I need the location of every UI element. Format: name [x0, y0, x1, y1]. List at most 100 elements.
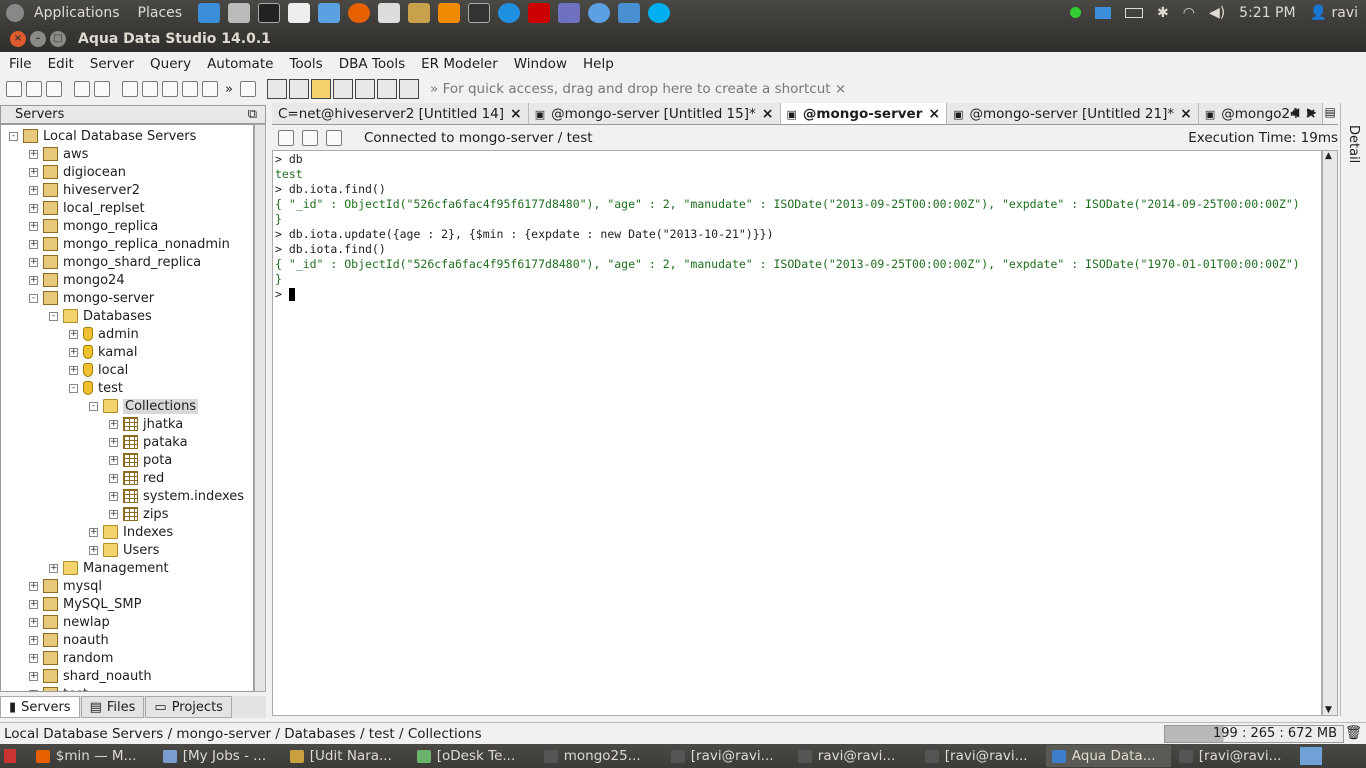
expand-icon[interactable]: +	[29, 257, 38, 267]
teamviewer-icon[interactable]	[498, 2, 521, 23]
shell-console[interactable]: > db test > db.iota.find(){ "_id" : Object…	[272, 150, 1322, 716]
split-view-icon[interactable]	[289, 79, 309, 99]
expand-icon[interactable]: +	[29, 671, 38, 681]
volume-icon[interactable]: ◀)	[1209, 5, 1225, 21]
expand-icon[interactable]: +	[89, 527, 98, 537]
tree-node[interactable]: + pota	[109, 451, 172, 469]
taskbar-item[interactable]: [ravi@ravi...	[1173, 745, 1298, 767]
execute-icon[interactable]	[278, 130, 294, 146]
text-editor-icon[interactable]	[288, 2, 311, 23]
notes-icon[interactable]	[378, 2, 401, 23]
menu-query[interactable]: Query	[150, 56, 191, 72]
minimize-window-icon[interactable]: –	[30, 30, 46, 47]
menu-help[interactable]: Help	[583, 56, 614, 72]
menu-window[interactable]: Window	[514, 56, 567, 72]
menu-dba-tools[interactable]: DBA Tools	[339, 56, 405, 72]
trash-icon[interactable]: 🗑	[1345, 725, 1362, 741]
tree-node[interactable]: + mongo24	[29, 271, 125, 289]
expand-icon[interactable]: +	[109, 437, 118, 447]
menu-edit[interactable]: Edit	[48, 56, 74, 72]
highlight-view-icon[interactable]	[311, 79, 331, 99]
tree-node[interactable]: + jhatka	[109, 415, 183, 433]
table-data-editor-icon[interactable]	[162, 81, 178, 97]
toolbar-overflow-icon[interactable]: »	[220, 82, 238, 97]
connect-toggle-icon[interactable]	[326, 130, 342, 146]
taskbar-item[interactable]: ravi@ravi...	[792, 745, 917, 767]
expand-icon[interactable]: +	[89, 545, 98, 555]
clock[interactable]: 5:21 PM	[1239, 5, 1295, 21]
close-tab-icon[interactable]: ×	[1180, 106, 1192, 122]
menu-automate[interactable]: Automate	[207, 56, 273, 72]
expand-icon[interactable]: +	[109, 509, 118, 519]
tree-node[interactable]: + Users	[89, 541, 159, 559]
tree-node[interactable]: - test	[69, 379, 123, 397]
tree-scrollbar[interactable]	[254, 124, 266, 692]
tree-node[interactable]: + mysql	[29, 577, 102, 595]
expand-icon[interactable]: +	[29, 221, 38, 231]
shortcut-drop-area[interactable]: » For quick access, drag and drop here t…	[430, 81, 846, 97]
tree-node[interactable]: + Indexes	[89, 523, 173, 541]
thunderbird-icon[interactable]	[618, 2, 641, 23]
tree-node[interactable]: + hiveserver2	[29, 181, 140, 199]
taskbar-item[interactable]: [oDesk Te...	[411, 745, 536, 767]
console-prompt-line[interactable]: >	[275, 287, 1319, 302]
tree-view-icon[interactable]	[399, 79, 419, 99]
tab-files[interactable]: ▤ Files	[80, 696, 145, 718]
tree-node[interactable]: + system.indexes	[109, 487, 244, 505]
expand-icon[interactable]: +	[69, 365, 78, 375]
expand-icon[interactable]: +	[29, 689, 38, 691]
ubuntu-logo-icon[interactable]	[6, 3, 24, 22]
chromium-icon[interactable]	[588, 2, 611, 23]
taskbar-item[interactable]: [ravi@ravi...	[919, 745, 1044, 767]
memory-indicator[interactable]: 199 : 265 : 672 MB	[1164, 725, 1344, 743]
expand-icon[interactable]: +	[29, 167, 38, 177]
editor-tab[interactable]: ▣ @mongo-server [Untitled 15]* ×	[528, 103, 781, 124]
expand-icon[interactable]: +	[29, 275, 38, 285]
editor-tab[interactable]: C=net@hiveserver2 [Untitled 14] ×	[272, 103, 529, 124]
expand-icon[interactable]: +	[29, 581, 38, 591]
skype-icon[interactable]	[648, 2, 671, 23]
mail-icon[interactable]	[1094, 6, 1111, 19]
tree-node[interactable]: + mongo_replica	[29, 217, 158, 235]
detail-panel-toggle[interactable]: Detail	[1346, 125, 1361, 163]
system-monitor-icon[interactable]	[468, 2, 491, 23]
menu-tools[interactable]: Tools	[289, 56, 322, 72]
tab-scroll-left-icon[interactable]: ◀	[1290, 105, 1299, 119]
tree-node[interactable]: + admin	[69, 325, 139, 343]
expand-icon[interactable]: +	[29, 653, 38, 663]
close-tab-icon[interactable]: ×	[762, 106, 774, 122]
expand-icon[interactable]: +	[29, 203, 38, 213]
taskbar-item[interactable]: [Udit Nara...	[284, 745, 409, 767]
tree-node[interactable]: + MySQL_SMP	[29, 595, 141, 613]
tree-node[interactable]: + pataka	[109, 433, 188, 451]
tab-list-icon[interactable]: ▤	[1324, 105, 1335, 119]
editor-tab[interactable]: ▣ @mongo-server ×	[780, 103, 948, 124]
maximize-window-icon[interactable]: □	[50, 30, 66, 47]
disconnect-icon[interactable]	[94, 81, 110, 97]
taskbar-item[interactable]: Aqua Data...	[1045, 745, 1171, 767]
print-icon[interactable]	[240, 81, 256, 97]
expand-icon[interactable]: +	[109, 455, 118, 465]
tree-node[interactable]: + newlap	[29, 613, 110, 631]
tree-node[interactable]: + mongo_replica_nonadmin	[29, 235, 230, 253]
monitor-icon[interactable]	[202, 81, 218, 97]
scroll-up-icon[interactable]: ▲	[1325, 151, 1332, 161]
editor-tab[interactable]: ▣ @mongo-server [Untitled 21]* ×	[947, 103, 1199, 124]
firefox-icon[interactable]	[348, 2, 371, 23]
chat-icon[interactable]	[318, 2, 341, 23]
tree-node[interactable]: + shard_noauth	[29, 667, 152, 685]
battery-icon[interactable]	[1124, 7, 1143, 18]
collapse-icon[interactable]: -	[9, 131, 18, 141]
taskbar-item[interactable]: [My Jobs - ...	[157, 745, 282, 767]
new-server-icon[interactable]	[6, 81, 22, 97]
workspace-switcher[interactable]	[1299, 747, 1322, 765]
collapse-icon[interactable]: -	[89, 401, 98, 411]
server-tree[interactable]: - Local Database Servers + aws + digiocean + hi…	[0, 124, 254, 692]
files-icon[interactable]	[408, 2, 431, 23]
query-analyzer-icon[interactable]	[142, 81, 158, 97]
collapse-icon[interactable]: -	[69, 383, 78, 393]
tree-node[interactable]: + random	[29, 649, 113, 667]
expand-icon[interactable]: +	[109, 419, 118, 429]
collapse-icon[interactable]: -	[29, 293, 38, 303]
scroll-down-icon[interactable]: ▼	[1325, 705, 1332, 715]
